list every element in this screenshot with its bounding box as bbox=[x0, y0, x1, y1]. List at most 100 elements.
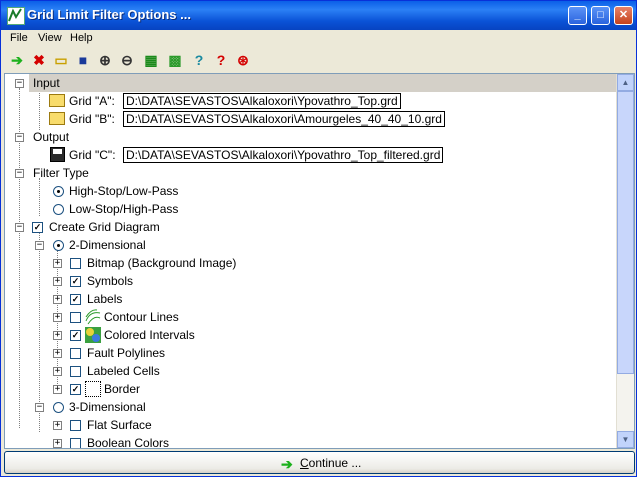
expand-boolean-colors-button[interactable]: + bbox=[53, 439, 62, 448]
boolean-colors-label: Boolean Colors bbox=[87, 436, 170, 449]
continue-accesskey: C bbox=[300, 456, 309, 470]
low-stop-label: Low-Stop/High-Pass bbox=[69, 202, 179, 216]
menu-bar: File View Help bbox=[2, 30, 635, 49]
radio-button-low-stop[interactable] bbox=[53, 204, 64, 215]
tree-item-flat-surface[interactable]: Flat Surface bbox=[69, 416, 369, 434]
checkbox-flat-surface[interactable] bbox=[70, 420, 81, 431]
checkbox-colored-intervals[interactable]: ✓ bbox=[70, 330, 81, 341]
collapse-grid-diagram-button[interactable]: − bbox=[15, 223, 24, 232]
checkbox-fault-polylines[interactable] bbox=[70, 348, 81, 359]
expand-symbols-button[interactable]: + bbox=[53, 277, 62, 286]
app-icon bbox=[7, 7, 25, 25]
title-bar[interactable]: Grid Limit Filter Options ... _ □ ✕ bbox=[1, 1, 636, 30]
maximize-button[interactable]: □ bbox=[591, 6, 610, 25]
tree-item-grid-b[interactable]: Grid "B": D:\DATA\SEVASTOS\Alkaloxori\Am… bbox=[47, 110, 617, 128]
tree-item-grid-a[interactable]: Grid "A": D:\DATA\SEVASTOS\Alkaloxori\Yp… bbox=[47, 92, 617, 110]
menu-file[interactable]: File bbox=[10, 32, 28, 44]
window-title: Grid Limit Filter Options ... bbox=[27, 7, 191, 22]
tree-item-create-grid-diagram[interactable]: ✓ Create Grid Diagram bbox=[31, 218, 331, 236]
output-label: Output bbox=[33, 130, 70, 144]
grid-icon[interactable]: ▩ bbox=[166, 51, 184, 69]
radio-2d[interactable]: 2-Dimensional bbox=[51, 236, 351, 254]
zoom-out-icon[interactable]: ⊖ bbox=[118, 51, 136, 69]
vertical-scrollbar[interactable]: ▲ ▼ bbox=[616, 74, 634, 448]
expand-labels-button[interactable]: + bbox=[53, 295, 62, 304]
radio-low-stop[interactable]: Low-Stop/High-Pass bbox=[51, 200, 351, 218]
expand-flat-surface-button[interactable]: + bbox=[53, 421, 62, 430]
menu-help[interactable]: Help bbox=[70, 32, 93, 44]
expand-border-button[interactable]: + bbox=[53, 385, 62, 394]
scroll-thumb[interactable] bbox=[617, 91, 634, 374]
continue-icon[interactable]: ➔ bbox=[8, 51, 26, 69]
expand-colored-intervals-button[interactable]: + bbox=[53, 331, 62, 340]
tree-item-input[interactable]: Input bbox=[29, 74, 619, 92]
checkbox-border[interactable]: ✓ bbox=[70, 384, 81, 395]
collapse-2d-button[interactable]: − bbox=[35, 241, 44, 250]
scroll-down-button[interactable]: ▼ bbox=[617, 431, 634, 448]
collapse-filter-type-button[interactable]: − bbox=[15, 169, 24, 178]
continue-button[interactable]: ➔ Continue ... bbox=[4, 451, 635, 474]
contour-lines-icon bbox=[85, 309, 101, 325]
open-icon[interactable]: ▭ bbox=[52, 51, 70, 69]
filter-type-label: Filter Type bbox=[33, 166, 89, 180]
table-icon[interactable]: ▦ bbox=[142, 51, 160, 69]
expand-contour-lines-button[interactable]: + bbox=[53, 313, 62, 322]
folder-icon bbox=[49, 94, 65, 107]
collapse-input-button[interactable]: − bbox=[15, 79, 24, 88]
save-disk-icon bbox=[50, 147, 65, 162]
expand-labeled-cells-button[interactable]: + bbox=[53, 367, 62, 376]
continue-text: ontinue ... bbox=[308, 456, 362, 470]
context-help-icon[interactable]: ? bbox=[212, 51, 230, 69]
high-stop-label: High-Stop/Low-Pass bbox=[69, 184, 179, 198]
window-frame: Grid Limit Filter Options ... _ □ ✕ File… bbox=[0, 0, 637, 477]
radio-3d[interactable]: 3-Dimensional bbox=[51, 398, 351, 416]
checkbox-contour-lines[interactable] bbox=[70, 312, 81, 323]
checkbox-labels[interactable]: ✓ bbox=[70, 294, 81, 305]
target-icon[interactable]: ⊛ bbox=[234, 51, 252, 69]
expand-fault-polylines-button[interactable]: + bbox=[53, 349, 62, 358]
labeled-cells-label: Labeled Cells bbox=[87, 364, 160, 378]
tree-item-grid-c[interactable]: Grid "C": D:\DATA\SEVASTOS\Alkaloxori\Yp… bbox=[47, 146, 617, 164]
tree-item-border[interactable]: ✓ Border bbox=[69, 380, 369, 398]
tree-item-labels[interactable]: ✓ Labels bbox=[69, 290, 369, 308]
grid-b-path-field[interactable]: D:\DATA\SEVASTOS\Alkaloxori\Amourgeles_4… bbox=[123, 111, 445, 127]
tree-item-contour-lines[interactable]: Contour Lines bbox=[69, 308, 369, 326]
tree-item-symbols[interactable]: ✓ Symbols bbox=[69, 272, 369, 290]
zoom-in-icon[interactable]: ⊕ bbox=[96, 51, 114, 69]
tree-item-boolean-colors[interactable]: Boolean Colors bbox=[69, 434, 369, 449]
checkbox-labeled-cells[interactable] bbox=[70, 366, 81, 377]
tree-item-colored-intervals[interactable]: ✓ Colored Intervals bbox=[69, 326, 369, 344]
scroll-up-button[interactable]: ▲ bbox=[617, 74, 634, 91]
menu-view[interactable]: View bbox=[38, 32, 62, 44]
radio-button-2d[interactable] bbox=[53, 240, 64, 251]
border-icon bbox=[85, 381, 101, 397]
radio-high-stop[interactable]: High-Stop/Low-Pass bbox=[51, 182, 351, 200]
expand-bitmap-button[interactable]: + bbox=[53, 259, 62, 268]
tree-item-fault-polylines[interactable]: Fault Polylines bbox=[69, 344, 369, 362]
minimize-button[interactable]: _ bbox=[568, 6, 587, 25]
collapse-output-button[interactable]: − bbox=[15, 133, 24, 142]
grid-a-path-field[interactable]: D:\DATA\SEVASTOS\Alkaloxori\Ypovathro_To… bbox=[123, 93, 401, 109]
radio-button-3d[interactable] bbox=[53, 402, 64, 413]
checkbox-bitmap[interactable] bbox=[70, 258, 81, 269]
radio-button-high-stop[interactable] bbox=[53, 186, 64, 197]
grid-c-label: Grid "C": bbox=[69, 148, 116, 162]
two-d-label: 2-Dimensional bbox=[69, 238, 146, 252]
collapse-3d-button[interactable]: − bbox=[35, 403, 44, 412]
help-icon[interactable]: ? bbox=[190, 51, 208, 69]
grid-a-label: Grid "A": bbox=[69, 94, 115, 108]
checkbox-symbols[interactable]: ✓ bbox=[70, 276, 81, 287]
save-icon[interactable]: ■ bbox=[74, 51, 92, 69]
close-button[interactable]: ✕ bbox=[614, 6, 633, 25]
grid-c-path-field[interactable]: D:\DATA\SEVASTOS\Alkaloxori\Ypovathro_To… bbox=[123, 147, 444, 163]
checkbox-boolean-colors[interactable] bbox=[70, 438, 81, 448]
options-tree[interactable]: Input − Grid "A": D:\DATA\SEVASTOS\Alkal… bbox=[4, 73, 635, 449]
tree-item-labeled-cells[interactable]: Labeled Cells bbox=[69, 362, 369, 380]
tree-item-bitmap[interactable]: Bitmap (Background Image) bbox=[69, 254, 369, 272]
input-label: Input bbox=[33, 76, 60, 90]
colored-intervals-label: Colored Intervals bbox=[104, 328, 195, 342]
cancel-icon[interactable]: ✖ bbox=[30, 51, 48, 69]
continue-label: Continue ... bbox=[300, 456, 361, 470]
checkbox-create-grid-diagram[interactable]: ✓ bbox=[32, 222, 43, 233]
labels-label: Labels bbox=[87, 292, 123, 306]
